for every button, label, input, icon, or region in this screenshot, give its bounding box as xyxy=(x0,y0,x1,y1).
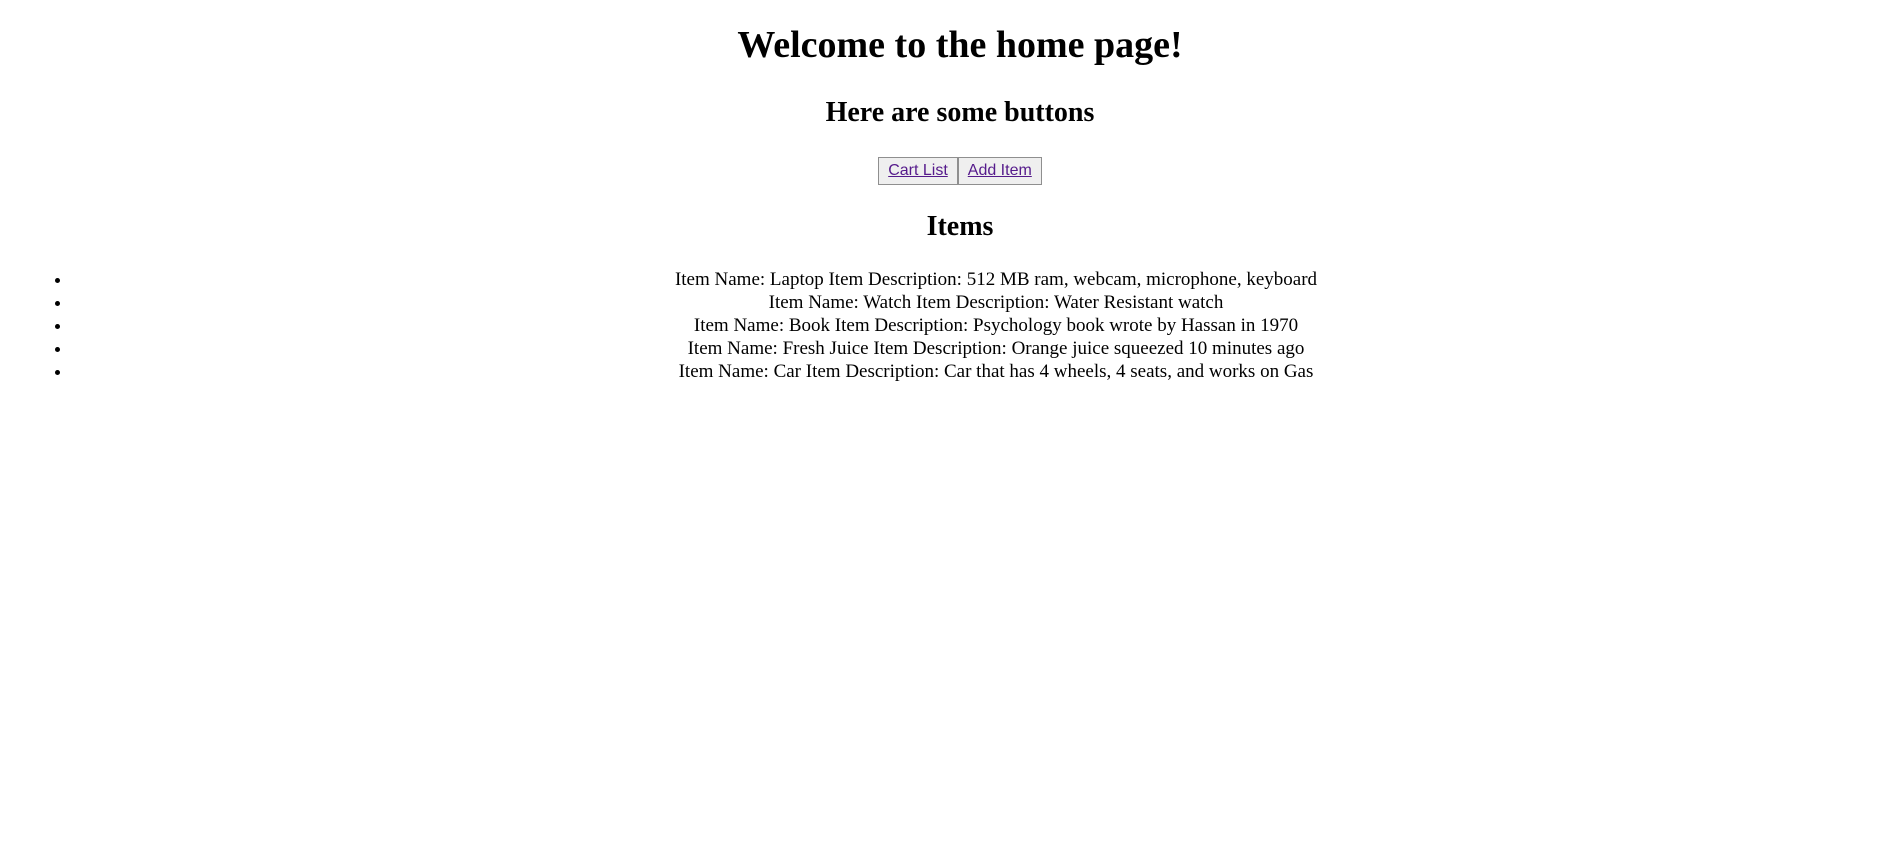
button-group: Cart List Add Item xyxy=(0,157,1883,185)
list-item: Item Name: Laptop Item Description: 512 … xyxy=(72,268,1883,291)
list-item: Item Name: Book Item Description: Psycho… xyxy=(72,314,1883,337)
cart-list-link[interactable]: Cart List xyxy=(888,162,948,179)
item-list: Item Name: Laptop Item Description: 512 … xyxy=(0,268,1883,383)
add-item-button[interactable]: Add Item xyxy=(957,157,1042,185)
list-item: Item Name: Car Item Description: Car tha… xyxy=(72,360,1883,383)
list-item: Item Name: Watch Item Description: Water… xyxy=(72,291,1883,314)
items-heading: Items xyxy=(926,211,994,242)
buttons-heading: Here are some buttons xyxy=(825,97,1095,128)
add-item-link[interactable]: Add Item xyxy=(968,162,1032,179)
list-item: Item Name: Fresh Juice Item Description:… xyxy=(72,337,1883,360)
cart-list-button[interactable]: Cart List xyxy=(878,157,958,185)
page-title: Welcome to the home page! xyxy=(737,24,1183,66)
